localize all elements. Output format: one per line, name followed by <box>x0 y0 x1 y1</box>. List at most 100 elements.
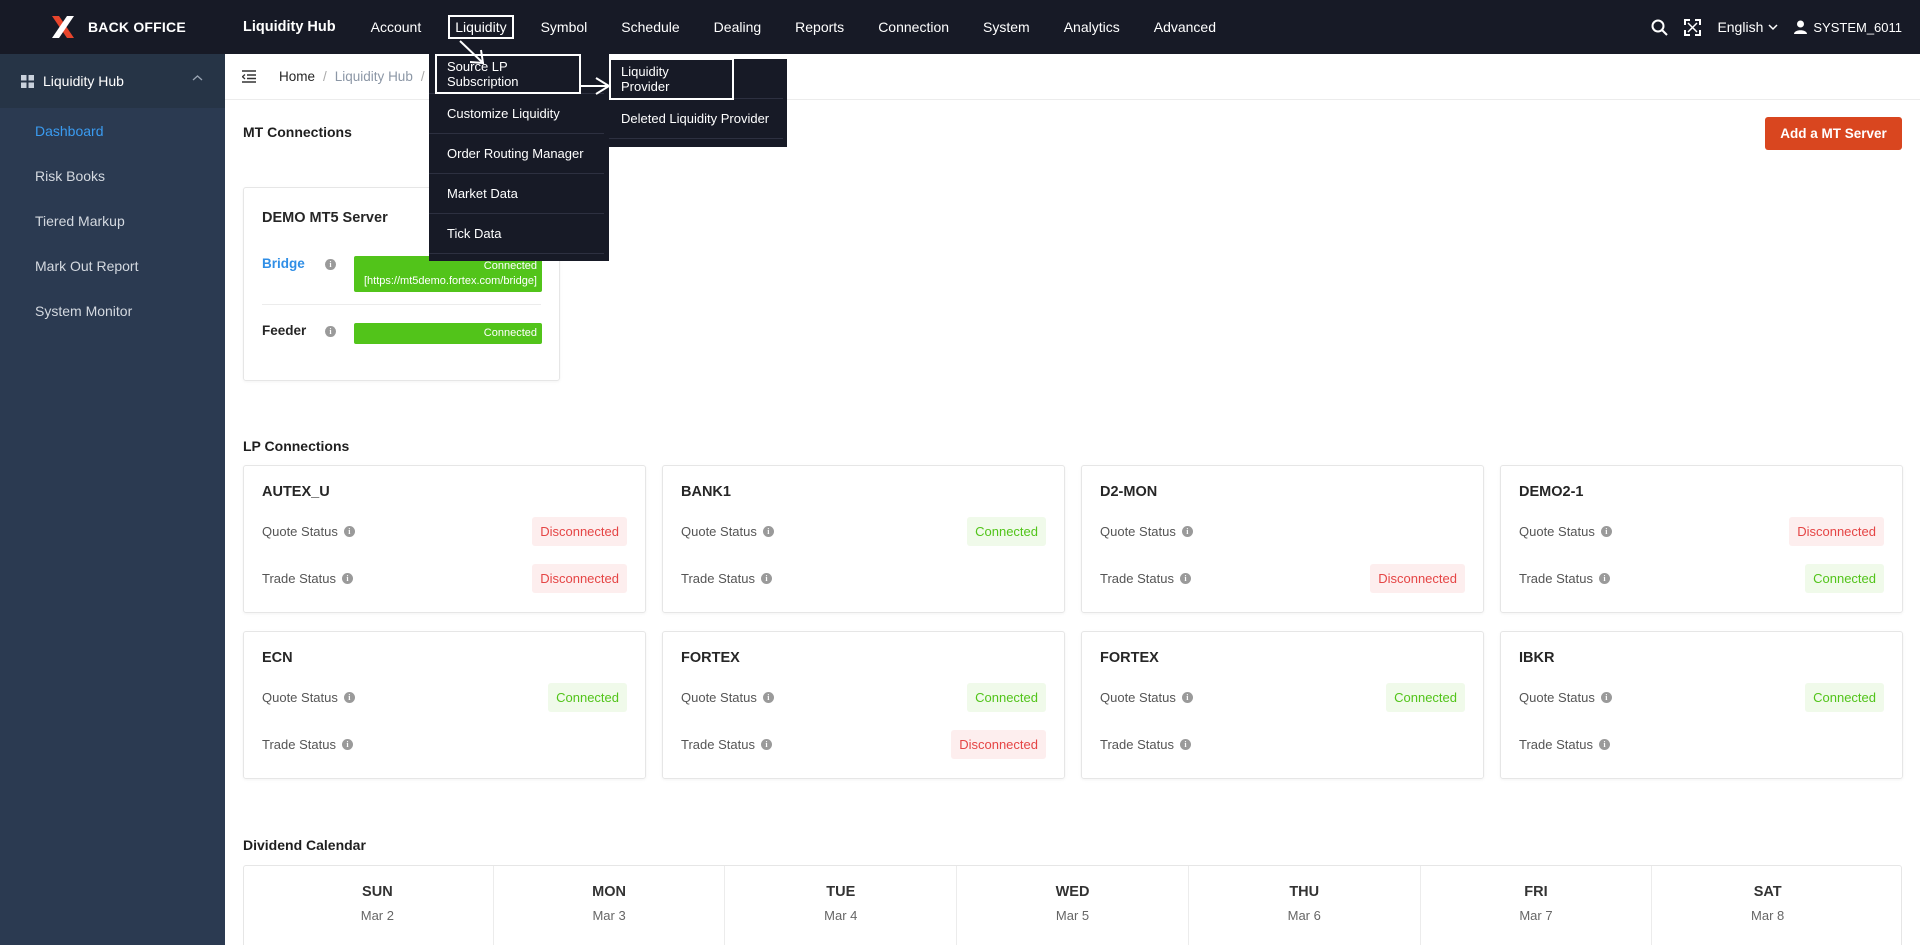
info-icon[interactable]: i <box>341 572 353 584</box>
calendar-date: Mar 2 <box>360 908 394 923</box>
submenu-item-liquidity-provider[interactable]: Liquidity Provider <box>609 57 783 100</box>
quote-status-row: Quote Status i Connected <box>262 680 627 714</box>
brand-logo[interactable]: BACK OFFICE <box>0 0 225 54</box>
info-icon[interactable]: i <box>341 738 353 750</box>
user-menu[interactable]: SYSTEM_6011 <box>1794 20 1902 35</box>
trade-status-row: Trade Status i Disconnected <box>681 727 1046 761</box>
info-icon[interactable]: i <box>1181 525 1193 537</box>
nav-liquidity[interactable]: Liquidity <box>438 0 523 54</box>
info-icon[interactable]: i <box>762 525 774 537</box>
feeder-status-text: Connected <box>483 327 537 339</box>
breadcrumb-home[interactable]: Home <box>279 69 315 84</box>
mt-connections-title: MT Connections <box>243 124 352 140</box>
chevron-down-icon <box>1768 24 1778 31</box>
menu-item-customize-liquidity[interactable]: Customize Liquidity <box>429 94 604 134</box>
calendar-day-thu: THU Mar 6 <box>1189 866 1421 945</box>
menu-item-label: Tick Data <box>447 226 502 241</box>
info-icon[interactable]: i <box>762 691 774 703</box>
menu-fold-icon[interactable] <box>242 70 257 83</box>
calendar-date: Mar 4 <box>824 908 858 923</box>
trade-status-label-text: Trade Status <box>1100 736 1174 752</box>
menu-item-order-routing-manager[interactable]: Order Routing Manager <box>429 134 604 174</box>
info-icon[interactable]: i <box>760 572 772 584</box>
menu-item-market-data[interactable]: Market Data <box>429 174 604 214</box>
nav-reports[interactable]: Reports <box>778 0 861 54</box>
nav-account[interactable]: Account <box>354 0 439 54</box>
sidebar-group-liquidity-hub[interactable]: Liquidity Hub <box>0 54 225 108</box>
info-icon[interactable]: i <box>1181 691 1193 703</box>
calendar-weekday: FRI <box>1524 884 1548 900</box>
info-icon[interactable]: i <box>1179 572 1191 584</box>
info-icon[interactable]: i <box>760 738 772 750</box>
sidebar-item-risk-books[interactable]: Risk Books <box>0 153 225 198</box>
trade-status-label: Trade Status i <box>1519 737 1610 752</box>
lp-card-ibkr: IBKR Quote Status i Connected Trade Status i <box>1500 631 1903 779</box>
quote-status-label-text: Quote Status <box>1519 523 1595 539</box>
info-icon[interactable]: i <box>1600 525 1612 537</box>
sidebar-item-dashboard[interactable]: Dashboard <box>0 108 225 153</box>
calendar-weekday: THU <box>1289 884 1320 900</box>
breadcrumb-liquidity-hub[interactable]: Liquidity Hub <box>335 69 413 84</box>
submenu-item-label: Liquidity Provider <box>609 57 734 100</box>
info-icon[interactable]: i <box>325 326 336 337</box>
calendar-weekday: TUE <box>826 884 856 900</box>
quote-status-label: Quote Status i <box>1519 524 1612 539</box>
nav-schedule[interactable]: Schedule <box>604 0 696 54</box>
source-lp-submenu: Liquidity Provider Deleted Liquidity Pro… <box>609 57 787 147</box>
info-icon[interactable]: i <box>343 525 355 537</box>
calendar-day-tue: TUE Mar 4 <box>725 866 958 945</box>
trade-status-label-text: Trade Status <box>1519 736 1593 752</box>
calendar-header-row: SUN Mar 2 MON Mar 3 TUE Mar 4 WED Mar 5 THU Mar 6… <box>244 866 1901 945</box>
submenu-item-label: Deleted Liquidity Provider <box>621 111 770 126</box>
fullscreen-icon[interactable] <box>1684 18 1702 36</box>
quote-status-badge: Connected <box>1386 682 1465 712</box>
add-mt-server-button[interactable]: Add a MT Server <box>1765 117 1902 150</box>
trade-status-label: Trade Status i <box>681 737 772 752</box>
info-icon[interactable]: i <box>325 259 336 270</box>
nav-symbol[interactable]: Symbol <box>524 0 605 54</box>
quote-status-row: Quote Status i Connected <box>681 514 1046 548</box>
quote-status-badge: Connected <box>967 682 1046 712</box>
quote-status-badge: Disconnected <box>532 516 627 546</box>
calendar-date: Mar 6 <box>1287 908 1321 923</box>
info-icon[interactable]: i <box>1598 572 1610 584</box>
submenu-item-deleted-liquidity-provider[interactable]: Deleted Liquidity Provider <box>609 99 783 139</box>
sidebar-item-system-monitor[interactable]: System Monitor <box>0 288 225 333</box>
sidebar-item-mark-out-report[interactable]: Mark Out Report <box>0 243 225 288</box>
language-selector[interactable]: English <box>1717 19 1778 35</box>
search-icon[interactable] <box>1651 19 1669 36</box>
quote-status-label: Quote Status i <box>262 524 355 539</box>
mt-server-name: DEMO MT5 Server <box>262 210 388 226</box>
trade-status-label: Trade Status i <box>1100 571 1191 586</box>
bridge-link[interactable]: Bridge <box>262 256 313 271</box>
info-icon[interactable]: i <box>1600 691 1612 703</box>
sidebar-item-label: Mark Out Report <box>35 257 139 274</box>
nav-label: Account <box>370 19 422 35</box>
info-icon[interactable]: i <box>1179 738 1191 750</box>
hub-title[interactable]: Liquidity Hub <box>243 19 336 35</box>
menu-item-source-lp-subscription[interactable]: Source LP Subscription <box>429 53 604 94</box>
nav-connection[interactable]: Connection <box>861 0 966 54</box>
nav-dealing[interactable]: Dealing <box>697 0 778 54</box>
lp-name: FORTEX <box>681 650 740 666</box>
quote-status-label: Quote Status i <box>681 524 774 539</box>
info-icon[interactable]: i <box>1598 738 1610 750</box>
nav-system[interactable]: System <box>966 0 1047 54</box>
menu-item-tick-data[interactable]: Tick Data <box>429 214 604 254</box>
sidebar-item-tiered-markup[interactable]: Tiered Markup <box>0 198 225 243</box>
user-icon <box>1794 20 1808 34</box>
nav-advanced[interactable]: Advanced <box>1137 0 1233 54</box>
info-icon[interactable]: i <box>343 691 355 703</box>
trade-status-label-text: Trade Status <box>1519 570 1593 586</box>
sidebar-item-label: Dashboard <box>35 122 104 139</box>
feeder-label: Feeder <box>262 323 307 338</box>
nav-analytics[interactable]: Analytics <box>1047 0 1137 54</box>
sidebar: Liquidity Hub Dashboard Risk Books Tiere… <box>0 54 225 945</box>
top-navigation-bar: BACK OFFICE Liquidity Hub Account Liquid… <box>0 0 1920 54</box>
chevron-up-icon <box>192 75 203 81</box>
lp-name: D2-MON <box>1100 484 1158 500</box>
trade-status-label-text: Trade Status <box>1100 570 1174 586</box>
quote-status-label-text: Quote Status <box>262 689 338 705</box>
quote-status-badge: Connected <box>548 682 627 712</box>
trade-status-badge: Disconnected <box>532 563 627 593</box>
